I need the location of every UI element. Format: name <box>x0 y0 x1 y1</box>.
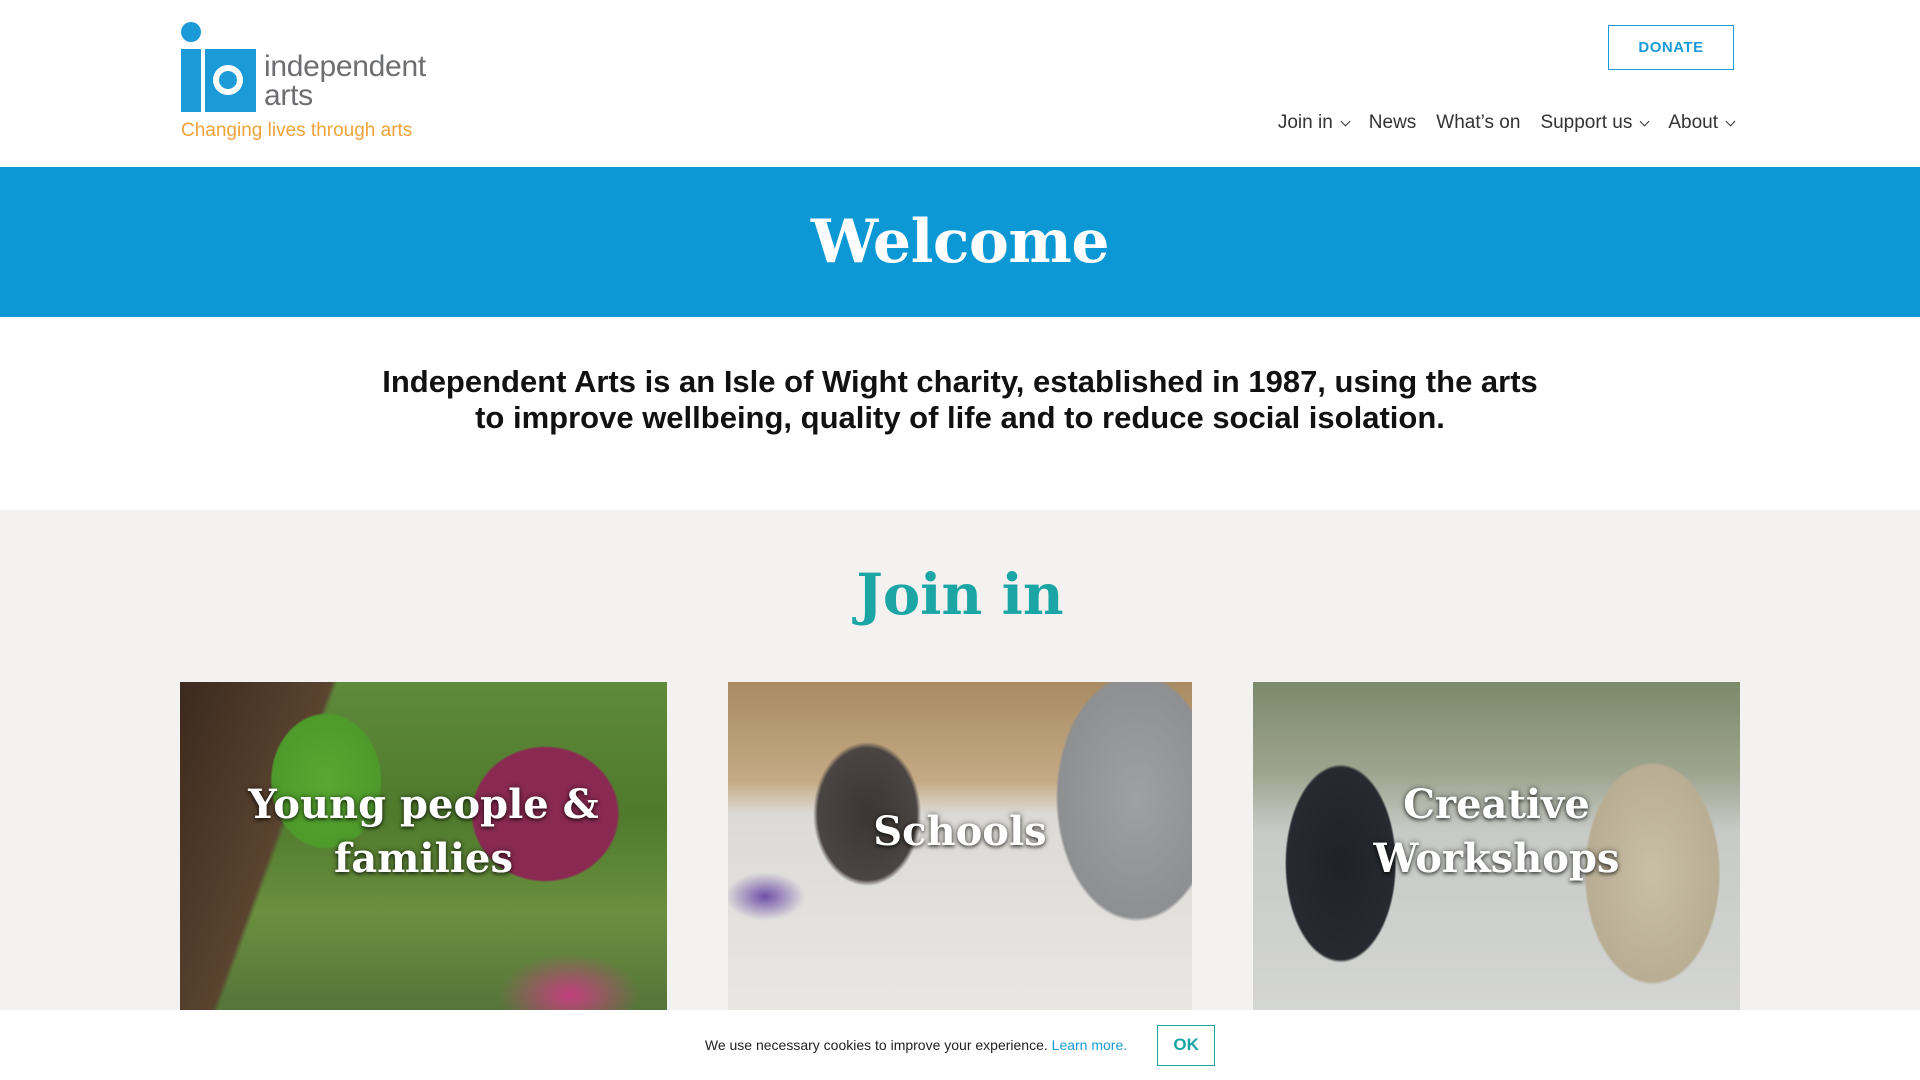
chevron-down-icon <box>1340 116 1351 127</box>
nav-item-join-in[interactable]: Join in <box>1277 112 1351 134</box>
cookie-message: We use necessary cookies to improve your… <box>705 1037 1127 1053</box>
nav-item-news[interactable]: News <box>1369 112 1417 134</box>
main-nav: Join in News What’s on Support us About <box>1277 112 1736 134</box>
logo-wordmark: independent arts <box>264 50 426 112</box>
nav-item-label: News <box>1368 112 1417 133</box>
card-young-people-families[interactable]: Young people & families <box>180 682 667 1012</box>
logo-word-line2: arts <box>264 79 313 112</box>
cookie-banner: We use necessary cookies to improve your… <box>0 1010 1920 1080</box>
welcome-banner: Welcome <box>0 167 1920 317</box>
ia-logo-mark-icon <box>181 22 256 112</box>
logo-tagline: Changing lives through arts <box>181 120 413 141</box>
donate-button[interactable]: DONATE <box>1608 25 1734 70</box>
intro-section: Independent Arts is an Isle of Wight cha… <box>0 317 1920 510</box>
join-in-section: Join in Young people & families Schools … <box>0 510 1920 1080</box>
nav-item-label: About <box>1668 112 1718 133</box>
cookie-text: We use necessary cookies to improve your… <box>704 1037 1048 1053</box>
nav-item-label: What’s on <box>1436 112 1521 133</box>
intro-text: Independent Arts is an Isle of Wight cha… <box>382 364 1538 435</box>
welcome-title: Welcome <box>810 207 1110 277</box>
logo-word-line1: independent <box>264 50 426 83</box>
card-schools[interactable]: Schools <box>728 682 1192 1012</box>
nav-item-about[interactable]: About <box>1668 112 1736 134</box>
card-title: Schools <box>873 808 1047 855</box>
nav-item-label: Support us <box>1540 112 1633 133</box>
chevron-down-icon <box>1725 116 1736 127</box>
nav-item-label: Join in <box>1277 112 1333 133</box>
nav-item-whats-on[interactable]: What’s on <box>1436 112 1520 134</box>
site-header: independent arts Changing lives through … <box>0 0 1920 167</box>
card-title: Creative Workshops <box>1373 781 1620 882</box>
site-logo[interactable]: independent arts Changing lives through … <box>180 22 450 147</box>
chevron-down-icon <box>1639 116 1650 127</box>
card-title: Young people & families <box>248 781 599 882</box>
cookie-ok-button[interactable]: OK <box>1157 1024 1216 1066</box>
nav-item-support-us[interactable]: Support us <box>1540 112 1650 134</box>
card-creative-workshops[interactable]: Creative Workshops <box>1253 682 1740 1012</box>
join-in-title: Join in <box>856 562 1064 628</box>
cookie-learn-more-link[interactable]: Learn more. <box>1052 1037 1127 1053</box>
